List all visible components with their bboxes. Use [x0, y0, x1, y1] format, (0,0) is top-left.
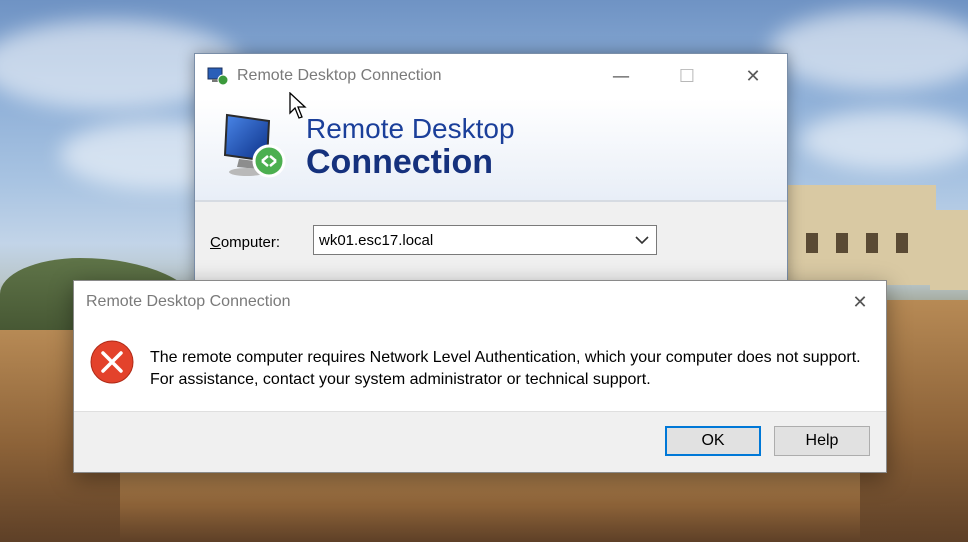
- rdc-window-title: Remote Desktop Connection: [237, 67, 442, 84]
- close-icon: ✕: [745, 66, 761, 87]
- mouse-cursor-icon: [289, 92, 307, 119]
- error-dialog-title: Remote Desktop Connection: [86, 293, 291, 310]
- help-button[interactable]: Help: [774, 426, 870, 456]
- minimize-button[interactable]: —: [588, 54, 654, 99]
- computer-value: wk01.esc17.local: [319, 232, 434, 249]
- banner-title-line2: Connection: [306, 143, 493, 181]
- dialog-footer: [74, 411, 886, 472]
- rdc-titlebar[interactable]: Remote Desktop Connection — ☐ ✕: [195, 54, 787, 99]
- rdc-main-window: Remote Desktop Connection — ☐ ✕ Remote D…: [194, 53, 788, 295]
- computer-label-access-key: C: [210, 234, 221, 251]
- window-close-button[interactable]: ✕: [720, 54, 786, 99]
- close-icon: ✕: [852, 291, 868, 313]
- minimize-icon: —: [612, 66, 630, 87]
- computer-label-text: omputer:: [220, 234, 281, 251]
- error-message: The remote computer requires Network Lev…: [150, 349, 861, 388]
- rdc-app-icon: [207, 67, 229, 86]
- ok-button[interactable]: OK: [665, 426, 761, 456]
- banner-title-line1: Remote Desktop: [306, 113, 515, 144]
- maximize-icon: ☐: [678, 66, 696, 87]
- maximize-button[interactable]: ☐: [654, 54, 720, 99]
- error-dialog: Remote Desktop Connection ✕ The remote c…: [73, 280, 887, 473]
- rdc-banner: Remote Desktop Connection: [195, 99, 787, 202]
- computer-label: Computer:: [210, 234, 280, 251]
- chevron-down-icon[interactable]: [634, 230, 650, 250]
- dialog-close-button[interactable]: ✕: [842, 286, 878, 318]
- computer-combobox[interactable]: wk01.esc17.local: [313, 225, 657, 255]
- error-icon: [90, 340, 134, 384]
- monitor-connection-icon: [223, 113, 286, 178]
